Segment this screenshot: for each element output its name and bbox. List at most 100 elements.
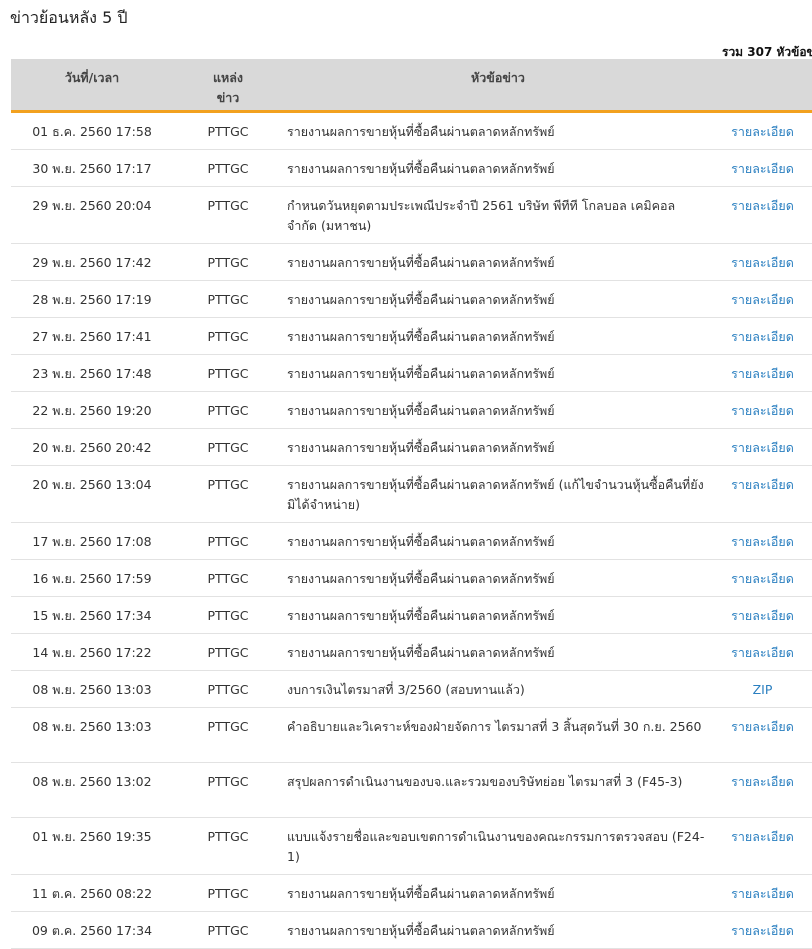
news-link-cell: รายละเอียด — [713, 559, 812, 597]
news-datetime: 17 พ.ย. 2560 17:08 — [11, 522, 173, 560]
detail-link[interactable]: รายละเอียด — [731, 829, 794, 844]
zip-download-link[interactable]: ZIP — [753, 682, 773, 697]
news-headline: รายงานผลการขายหุ้นที่ซื้อคืนผ่านตลาดหลัก… — [283, 391, 713, 429]
news-source: PTTGC — [173, 596, 283, 634]
news-headline: รายงานผลการขายหุ้นที่ซื้อคืนผ่านตลาดหลัก… — [283, 280, 713, 318]
detail-link[interactable]: รายละเอียด — [731, 198, 794, 213]
news-source: PTTGC — [173, 707, 283, 763]
news-row: 30 พ.ย. 2560 17:17 PTTGC รายงานผลการขายหุ้… — [11, 149, 812, 187]
news-link-cell: รายละเอียด — [713, 243, 812, 281]
news-source: PTTGC — [173, 911, 283, 949]
news-row: 08 พ.ย. 2560 13:03 PTTGC งบการเงินไตรมาสที… — [11, 670, 812, 708]
detail-link[interactable]: รายละเอียด — [731, 534, 794, 549]
news-link-cell: รายละเอียด — [713, 817, 812, 875]
news-headline: งบการเงินไตรมาสที่ 3/2560 (สอบทานแล้ว) — [283, 670, 713, 708]
column-header-link — [713, 59, 812, 113]
news-headline: รายงานผลการขายหุ้นที่ซื้อคืนผ่านตลาดหลัก… — [283, 874, 713, 912]
news-link-cell: รายละเอียด — [713, 911, 812, 949]
news-source: PTTGC — [173, 633, 283, 671]
column-header-source: แหล่งข่าว — [173, 59, 283, 113]
news-link-cell: รายละเอียด — [713, 111, 812, 150]
news-row: 01 ธ.ค. 2560 17:58 PTTGC รายงานผลการขายหุ้… — [11, 111, 812, 150]
news-datetime: 27 พ.ย. 2560 17:41 — [11, 317, 173, 355]
news-datetime: 22 พ.ย. 2560 19:20 — [11, 391, 173, 429]
news-datetime: 11 ต.ค. 2560 08:22 — [11, 874, 173, 912]
news-source: PTTGC — [173, 465, 283, 523]
news-row: 08 พ.ย. 2560 13:02 PTTGC สรุปผลการดำเนินงา… — [11, 762, 812, 818]
page-title: ข่าวย้อนหลัง 5 ปี — [10, 8, 128, 27]
news-row: 08 พ.ย. 2560 13:03 PTTGC คำอธิบายและวิเครา… — [11, 707, 812, 763]
news-link-cell: รายละเอียด — [713, 465, 812, 523]
news-row: 14 พ.ย. 2560 17:22 PTTGC รายงานผลการขายหุ้… — [11, 633, 812, 671]
news-link-cell: รายละเอียด — [713, 428, 812, 466]
news-headline: รายงานผลการขายหุ้นที่ซื้อคืนผ่านตลาดหลัก… — [283, 633, 713, 671]
news-row: 29 พ.ย. 2560 20:04 PTTGC กำหนดวันหยุดตามปร… — [11, 186, 812, 244]
news-row: 01 พ.ย. 2560 19:35 PTTGC แบบแจ้งรายชื่อและ… — [11, 817, 812, 875]
news-headline: รายงานผลการขายหุ้นที่ซื้อคืนผ่านตลาดหลัก… — [283, 317, 713, 355]
news-datetime: 29 พ.ย. 2560 20:04 — [11, 186, 173, 244]
detail-link[interactable]: รายละเอียด — [731, 774, 794, 789]
news-datetime: 20 พ.ย. 2560 20:42 — [11, 428, 173, 466]
news-source: PTTGC — [173, 149, 283, 187]
news-datetime: 08 พ.ย. 2560 13:02 — [11, 762, 173, 818]
detail-link[interactable]: รายละเอียด — [731, 608, 794, 623]
news-source: PTTGC — [173, 111, 283, 150]
detail-link[interactable]: รายละเอียด — [731, 329, 794, 344]
news-source: PTTGC — [173, 522, 283, 560]
news-link-cell: รายละเอียด — [713, 707, 812, 763]
news-headline: รายงานผลการขายหุ้นที่ซื้อคืนผ่านตลาดหลัก… — [283, 243, 713, 281]
news-headline: สรุปผลการดำเนินงานของบจ.และรวมของบริษัทย… — [283, 762, 713, 818]
news-datetime: 08 พ.ย. 2560 13:03 — [11, 707, 173, 763]
news-link-cell: รายละเอียด — [713, 391, 812, 429]
detail-link[interactable]: รายละเอียด — [731, 161, 794, 176]
news-headline: รายงานผลการขายหุ้นที่ซื้อคืนผ่านตลาดหลัก… — [283, 111, 713, 150]
detail-link[interactable]: รายละเอียด — [731, 440, 794, 455]
news-headline: รายงานผลการขายหุ้นที่ซื้อคืนผ่านตลาดหลัก… — [283, 428, 713, 466]
news-row: 22 พ.ย. 2560 19:20 PTTGC รายงานผลการขายหุ้… — [11, 391, 812, 429]
news-link-cell: รายละเอียด — [713, 596, 812, 634]
news-headline: รายงานผลการขายหุ้นที่ซื้อคืนผ่านตลาดหลัก… — [283, 465, 713, 523]
news-row: 27 พ.ย. 2560 17:41 PTTGC รายงานผลการขายหุ้… — [11, 317, 812, 355]
news-row: 17 พ.ย. 2560 17:08 PTTGC รายงานผลการขายหุ้… — [11, 522, 812, 560]
news-source: PTTGC — [173, 186, 283, 244]
news-headline: คำอธิบายและวิเคราะห์ของฝ่ายจัดการ ไตรมาส… — [283, 707, 713, 763]
detail-link[interactable]: รายละเอียด — [731, 124, 794, 139]
detail-link[interactable]: รายละเอียด — [731, 292, 794, 307]
news-row: 29 พ.ย. 2560 17:42 PTTGC รายงานผลการขายหุ้… — [11, 243, 812, 281]
news-row: 09 ต.ค. 2560 17:34 PTTGC รายงานผลการขายหุ้… — [11, 911, 812, 949]
news-datetime: 20 พ.ย. 2560 13:04 — [11, 465, 173, 523]
column-header-headline: หัวข้อข่าว — [283, 59, 713, 113]
news-headline: รายงานผลการขายหุ้นที่ซื้อคืนผ่านตลาดหลัก… — [283, 522, 713, 560]
news-row: 11 ต.ค. 2560 08:22 PTTGC รายงานผลการขายหุ้… — [11, 874, 812, 912]
news-datetime: 01 พ.ย. 2560 19:35 — [11, 817, 173, 875]
news-headline: รายงานผลการขายหุ้นที่ซื้อคืนผ่านตลาดหลัก… — [283, 149, 713, 187]
detail-link[interactable]: รายละเอียด — [731, 886, 794, 901]
news-datetime: 09 ต.ค. 2560 17:34 — [11, 911, 173, 949]
detail-link[interactable]: รายละเอียด — [731, 366, 794, 381]
news-link-cell: รายละเอียด — [713, 317, 812, 355]
detail-link[interactable]: รายละเอียด — [731, 571, 794, 586]
news-datetime: 08 พ.ย. 2560 13:03 — [11, 670, 173, 708]
detail-link[interactable]: รายละเอียด — [731, 477, 794, 492]
news-datetime: 30 พ.ย. 2560 17:17 — [11, 149, 173, 187]
news-row: 15 พ.ย. 2560 17:34 PTTGC รายงานผลการขายหุ้… — [11, 596, 812, 634]
news-headline: รายงานผลการขายหุ้นที่ซื้อคืนผ่านตลาดหลัก… — [283, 596, 713, 634]
news-headline: รายงานผลการขายหุ้นที่ซื้อคืนผ่านตลาดหลัก… — [283, 559, 713, 597]
detail-link[interactable]: รายละเอียด — [731, 255, 794, 270]
news-link-cell: รายละเอียด — [713, 186, 812, 244]
detail-link[interactable]: รายละเอียด — [731, 645, 794, 660]
detail-link[interactable]: รายละเอียด — [731, 923, 794, 938]
news-link-cell: รายละเอียด — [713, 149, 812, 187]
news-headline: กำหนดวันหยุดตามประเพณีประจำปี 2561 บริษั… — [283, 186, 713, 244]
news-source: PTTGC — [173, 391, 283, 429]
detail-link[interactable]: รายละเอียด — [731, 403, 794, 418]
news-source: PTTGC — [173, 670, 283, 708]
news-datetime: 16 พ.ย. 2560 17:59 — [11, 559, 173, 597]
news-source: PTTGC — [173, 428, 283, 466]
news-table: วันที่/เวลา แหล่งข่าว หัวข้อข่าว 01 ธ.ค.… — [11, 59, 812, 949]
detail-link[interactable]: รายละเอียด — [731, 719, 794, 734]
news-source: PTTGC — [173, 559, 283, 597]
news-datetime: 28 พ.ย. 2560 17:19 — [11, 280, 173, 318]
news-table-body: 01 ธ.ค. 2560 17:58 PTTGC รายงานผลการขายหุ้… — [11, 111, 812, 949]
news-source: PTTGC — [173, 817, 283, 875]
